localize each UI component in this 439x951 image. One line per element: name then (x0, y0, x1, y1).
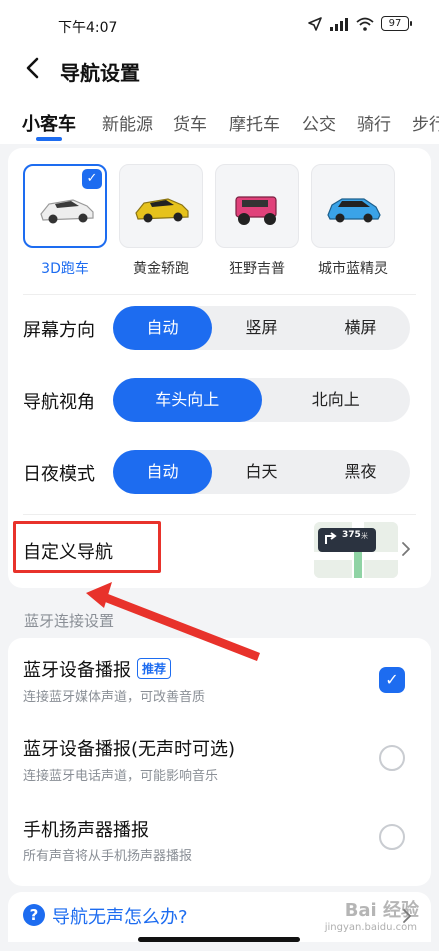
selected-check-icon: ✓ (82, 169, 102, 189)
bluetooth-card: 蓝牙设备播报 推荐 连接蓝牙媒体声道，可改善音质 ✓ 蓝牙设备播报(无声时可选) … (8, 638, 431, 886)
question-icon: ? (23, 904, 45, 926)
car-label: 城市蓝精灵 (318, 261, 388, 277)
cellular-signal-icon (330, 17, 348, 31)
bt-phone-checkbox[interactable] (379, 745, 405, 771)
car-label: 狂野吉普 (229, 261, 285, 277)
car-model-wild-jeep[interactable]: 狂野吉普 (215, 164, 299, 278)
nav-view-segment: 车头向上 北向上 (113, 378, 410, 422)
phone-speaker-option-title[interactable]: 手机扬声器播报 (23, 816, 149, 842)
nav-view-label: 导航视角 (23, 392, 95, 413)
tab-cycling[interactable]: 骑行 (357, 110, 391, 135)
screen-orientation-label: 屏幕方向 (23, 320, 95, 341)
vehicle-tabs: 小客车 新能源 货车 摩托车 公交 骑行 步行 (0, 96, 439, 144)
orientation-auto-option[interactable]: 自动 (113, 306, 212, 350)
divider (23, 294, 416, 295)
phone-speaker-checkbox[interactable] (379, 824, 405, 850)
car-model-gold-coupe[interactable]: 黄金轿跑 (119, 164, 203, 278)
car-thumbnail: ✓ (23, 164, 107, 248)
car-thumbnail (119, 164, 203, 248)
car-label: 3D跑车 (41, 261, 89, 277)
day-mode-option[interactable]: 白天 (212, 450, 311, 494)
car-model-3d-sports[interactable]: ✓ 3D跑车 (23, 164, 107, 278)
tab-walking[interactable]: 步行 (412, 110, 439, 135)
tab-truck[interactable]: 货车 (173, 110, 207, 135)
suv-car-icon (327, 198, 381, 223)
status-time: 下午4:07 (58, 20, 118, 36)
orientation-portrait-option[interactable]: 竖屏 (212, 306, 311, 350)
car-thumbnail (215, 164, 299, 248)
bt-media-title-text: 蓝牙设备播报 (23, 660, 131, 681)
page-title: 导航设置 (60, 61, 140, 85)
car-model-city-blue[interactable]: 城市蓝精灵 (311, 164, 395, 278)
nav-view-row: 导航视角 车头向上 北向上 (8, 370, 431, 430)
custom-nav-preview[interactable]: 375 米 (314, 522, 398, 578)
bluetooth-section-title: 蓝牙连接设置 (24, 612, 115, 630)
day-night-auto-option[interactable]: 自动 (113, 450, 212, 494)
orientation-landscape-option[interactable]: 横屏 (311, 306, 410, 350)
annotation-highlight-box (13, 521, 161, 573)
back-arrow-icon[interactable] (18, 54, 46, 82)
jeep-icon (235, 196, 277, 225)
phone-speaker-option-sub: 所有声音将从手机扬声器播报 (23, 849, 193, 864)
recommended-badge: 推荐 (137, 658, 172, 679)
screen-orientation-segment: 自动 竖屏 横屏 (113, 306, 410, 350)
night-mode-option[interactable]: 黑夜 (311, 450, 410, 494)
heading-up-option[interactable]: 车头向上 (113, 378, 262, 422)
nav-preview-unit: 米 (361, 532, 368, 540)
status-bar: 下午4:07 97 (0, 0, 439, 40)
battery-icon: 97 (381, 16, 412, 31)
nav-preview-distance: 375 (342, 530, 361, 540)
day-night-row: 日夜模式 自动 白天 黑夜 (8, 442, 431, 502)
status-icons: 97 (308, 16, 412, 31)
tab-car[interactable]: 小客车 (22, 110, 76, 136)
watermark-sub: jingyan.baidu.com (324, 922, 417, 933)
bt-phone-option-title[interactable]: 蓝牙设备播报(无声时可选) (23, 735, 235, 761)
active-tab-indicator (36, 137, 62, 141)
location-arrow-icon (308, 16, 322, 31)
watermark-text: Bai 经验 (344, 900, 419, 921)
bt-media-checkbox[interactable]: ✓ (379, 667, 405, 693)
day-night-label: 日夜模式 (23, 464, 95, 485)
tab-new-energy[interactable]: 新能源 (102, 110, 153, 135)
bt-phone-option-sub: 连接蓝牙电话声道，可能影响音乐 (23, 769, 219, 784)
tab-bus[interactable]: 公交 (302, 110, 336, 135)
north-up-option[interactable]: 北向上 (262, 378, 411, 422)
tab-motorcycle[interactable]: 摩托车 (229, 110, 280, 135)
coupe-car-icon (135, 198, 189, 223)
bt-media-option-title[interactable]: 蓝牙设备播报 推荐 (23, 656, 172, 682)
bt-media-option-sub: 连接蓝牙媒体声道，可改善音质 (23, 690, 206, 705)
screen-orientation-row: 屏幕方向 自动 竖屏 横屏 (8, 298, 431, 358)
wifi-icon (356, 17, 374, 31)
sports-car-icon (40, 199, 94, 224)
chevron-right-icon (402, 542, 410, 556)
car-label: 黄金轿跑 (133, 261, 189, 277)
divider (23, 514, 416, 515)
home-indicator[interactable] (138, 937, 300, 942)
car-thumbnail (311, 164, 395, 248)
help-link[interactable]: 导航无声怎么办? (52, 903, 188, 929)
day-night-segment: 自动 白天 黑夜 (113, 450, 410, 494)
header: 导航设置 (0, 40, 439, 96)
